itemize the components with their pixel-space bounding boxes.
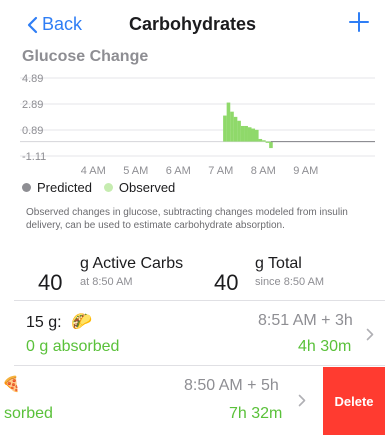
glucose-change-chart: 4.89 2.89 0.89 -1.11 4 AM 5 AM 6 AM 7 AM 8 AM 9 A… [20, 73, 375, 177]
predicted-dot-icon [22, 183, 31, 192]
total-carbs-value: 40 [214, 270, 239, 295]
entry-absorbed: 0 g absorbed [26, 338, 120, 355]
observed-bar [251, 128, 256, 142]
observed-dot-icon [103, 183, 113, 192]
entry-absorbed: sorbed [4, 405, 53, 422]
legend-predicted: Predicted [37, 180, 92, 195]
x-tick-label: 5 AM [123, 165, 148, 177]
y-tick-label: -1.11 [22, 151, 46, 163]
chart-legend: Predicted Observed [22, 180, 175, 195]
active-carbs-time: at 8:50 AM [80, 276, 133, 288]
chevron-right-icon [366, 328, 374, 341]
observed-bar [240, 125, 245, 142]
observed-bar [265, 141, 270, 143]
active-carbs-value: 40 [38, 270, 63, 295]
chevron-right-icon [298, 394, 306, 407]
legend-observed: Observed [118, 180, 176, 195]
observed-bar [247, 127, 252, 142]
active-carbs-label: g Active Carbs [80, 255, 184, 272]
total-carbs-label: g Total [255, 255, 302, 272]
observed-bar [244, 125, 248, 142]
observed-bar [226, 102, 231, 142]
observed-bar [254, 129, 259, 142]
entry-duration: 4h 30m [298, 338, 352, 355]
carb-entry-row[interactable]: 15 g: 🌮 8:51 AM + 3h 0 g absorbed 4h 30m [0, 301, 385, 365]
delete-button[interactable]: Delete [323, 367, 385, 435]
y-tick-label: 2.89 [22, 99, 43, 111]
taco-icon: 🌮 [71, 312, 93, 331]
page-title: Carbohydrates [128, 14, 257, 34]
observed-bar [223, 115, 227, 142]
observed-bar [258, 138, 263, 142]
observed-bar [269, 141, 273, 149]
navigation-bar: Back Carbohydrates [0, 0, 385, 48]
pizza-icon: 🍕 [2, 376, 21, 393]
x-tick-label: 6 AM [166, 165, 191, 177]
chart-description: Observed changes in glucose, subtracting… [26, 207, 348, 231]
observed-bar [237, 120, 241, 142]
x-tick-label: 8 AM [251, 165, 276, 177]
chart-title: Glucose Change [22, 48, 149, 65]
x-tick-label: 7 AM [208, 165, 233, 177]
x-tick-label: 4 AM [81, 165, 106, 177]
entry-duration: 7h 32m [229, 405, 283, 422]
y-tick-label: 4.89 [22, 73, 43, 85]
x-tick-label: 9 AM [293, 165, 318, 177]
carb-entry-row-swiped[interactable]: 🍕 8:50 AM + 5h sorbed 7h 32m [0, 366, 323, 435]
entry-amount: 15 g: [26, 314, 62, 331]
entry-time: 8:51 AM + 3h [258, 312, 353, 329]
total-carbs-time: since 8:50 AM [255, 276, 325, 288]
observed-bar [233, 116, 238, 142]
entry-time: 8:50 AM + 5h [184, 377, 279, 394]
plus-icon[interactable] [347, 10, 371, 34]
y-tick-label: 0.89 [22, 125, 43, 137]
observed-bar [230, 111, 234, 142]
observed-bar [262, 140, 266, 142]
